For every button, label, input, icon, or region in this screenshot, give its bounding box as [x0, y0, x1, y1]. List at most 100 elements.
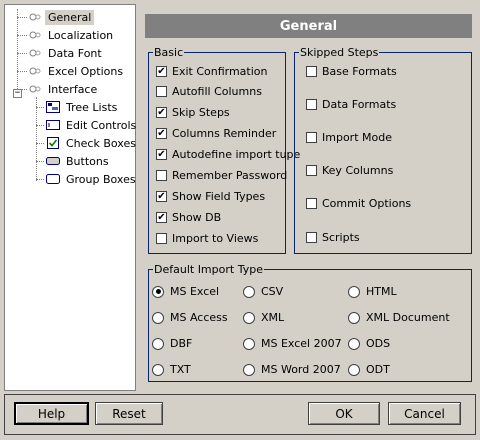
settings-icon [27, 82, 43, 96]
option-exit-confirmation[interactable]: ✔ Exit Confirmation [156, 65, 268, 78]
option-import-to-views[interactable]: Import to Views [156, 232, 258, 245]
radio-odt[interactable]: ODT [348, 363, 390, 376]
option-scripts[interactable]: Scripts [306, 231, 360, 244]
option-autofill-columns[interactable]: Autofill Columns [156, 85, 262, 98]
tree-item-localization[interactable]: Localization [27, 26, 116, 44]
radio-ms-excel-2007[interactable]: MS Excel 2007 [243, 337, 342, 350]
option-show-db[interactable]: ✔ Show DB [156, 211, 221, 224]
settings-icon [27, 64, 43, 78]
checkbox-checked[interactable]: ✔ [156, 191, 167, 202]
option-label: Autodefine import tupe [172, 148, 301, 161]
option-label: Scripts [322, 231, 360, 244]
option-remember-password[interactable]: Remember Password [156, 169, 287, 182]
tree-item-check-boxes[interactable]: Check Boxes [45, 134, 139, 152]
checkbox-unchecked[interactable] [306, 132, 317, 143]
radio-label: MS Excel [170, 285, 220, 298]
radio-unselected[interactable] [348, 337, 360, 350]
radio-html[interactable]: HTML [348, 285, 397, 298]
button-icon [45, 154, 61, 168]
checkbox-unchecked[interactable] [306, 99, 317, 110]
settings-icon [27, 10, 43, 24]
option-show-field-types[interactable]: ✔ Show Field Types [156, 190, 265, 203]
option-columns-reminder[interactable]: ✔ Columns Reminder [156, 127, 276, 140]
option-label: Show Field Types [172, 190, 266, 203]
radio-csv[interactable]: CSV [243, 285, 283, 298]
tree-item-excel-options[interactable]: Excel Options [27, 62, 126, 80]
option-label: Autofill Columns [172, 85, 262, 98]
option-label: Columns Reminder [172, 127, 277, 140]
page-title: General [145, 14, 472, 38]
radio-label: ODS [366, 337, 391, 350]
tree-item-label: General [45, 9, 95, 25]
radio-label: ODT [366, 363, 390, 376]
tree-list-icon [45, 100, 61, 114]
tree-item-group-boxes[interactable]: Group Boxes [45, 170, 139, 188]
radio-unselected[interactable] [243, 311, 255, 324]
option-skip-steps[interactable]: ✔ Skip Steps [156, 106, 230, 119]
tree-item-edit-controls[interactable]: Edit Controls [45, 116, 139, 134]
cancel-button[interactable]: Cancel [388, 402, 461, 425]
help-button[interactable]: Help [14, 402, 89, 425]
checkbox-checked[interactable]: ✔ [156, 212, 167, 223]
tree-item-buttons[interactable]: Buttons [45, 152, 112, 170]
radio-txt[interactable]: TXT [152, 363, 191, 376]
tree-item-interface[interactable]: Interface [27, 80, 100, 98]
radio-unselected[interactable] [243, 337, 255, 350]
reset-button[interactable]: Reset [95, 402, 163, 425]
checkbox-unchecked[interactable] [306, 165, 317, 176]
radio-unselected[interactable] [152, 311, 164, 324]
option-base-formats[interactable]: Base Formats [306, 65, 397, 78]
checkbox-unchecked[interactable] [156, 170, 167, 181]
radio-dbf[interactable]: DBF [152, 337, 192, 350]
radio-ms-excel[interactable]: MS Excel [152, 285, 219, 298]
radio-xml[interactable]: XML [243, 311, 284, 324]
settings-icon [27, 46, 43, 60]
radio-unselected[interactable] [348, 311, 360, 324]
radio-unselected[interactable] [152, 363, 164, 376]
checkbox-checked[interactable]: ✔ [156, 149, 167, 160]
radio-unselected[interactable] [348, 363, 360, 376]
checkbox-checked[interactable]: ✔ [156, 66, 167, 77]
radio-ods[interactable]: ODS [348, 337, 390, 350]
radio-xml-document[interactable]: XML Document [348, 311, 450, 324]
tree-item-general[interactable]: General [27, 8, 95, 26]
radio-unselected[interactable] [152, 337, 164, 350]
tree-item-label: Edit Controls [66, 118, 137, 132]
option-key-columns[interactable]: Key Columns [306, 164, 393, 177]
option-import-mode[interactable]: Import Mode [306, 131, 392, 144]
radio-selected[interactable] [152, 285, 164, 298]
checkbox-unchecked[interactable] [306, 232, 317, 243]
checkbox-unchecked[interactable] [306, 198, 317, 209]
radio-ms-access[interactable]: MS Access [152, 311, 228, 324]
radio-unselected[interactable] [348, 285, 360, 298]
radio-label: MS Excel 2007 [261, 337, 342, 350]
settings-icon [27, 28, 43, 42]
options-tree[interactable]: − General Localization Data Font Excel O… [4, 4, 136, 391]
edit-control-icon [45, 118, 61, 132]
radio-ms-word-2007[interactable]: MS Word 2007 [243, 363, 341, 376]
checkbox-unchecked[interactable] [156, 86, 167, 97]
checkbox-icon [45, 136, 61, 150]
tree-item-label: Localization [48, 28, 114, 42]
tree-item-data-font[interactable]: Data Font [27, 44, 105, 62]
checkbox-checked[interactable]: ✔ [156, 128, 167, 139]
radio-unselected[interactable] [243, 363, 255, 376]
radio-unselected[interactable] [243, 285, 255, 298]
option-label: Show DB [172, 211, 222, 224]
option-data-formats[interactable]: Data Formats [306, 98, 396, 111]
checkbox-unchecked[interactable] [156, 233, 167, 244]
radio-label: HTML [366, 285, 397, 298]
tree-item-tree-lists[interactable]: Tree Lists [45, 98, 120, 116]
checkbox-checked[interactable]: ✔ [156, 107, 167, 118]
option-autodefine-import-type[interactable]: ✔ Autodefine import tupe [156, 148, 300, 161]
option-label: Import to Views [172, 232, 259, 245]
collapse-toggle-icon[interactable]: − [13, 89, 22, 98]
option-label: Data Formats [322, 98, 397, 111]
option-label: Commit Options [322, 197, 412, 210]
ok-button[interactable]: OK [308, 402, 380, 425]
option-label: Base Formats [322, 65, 397, 78]
option-commit-options[interactable]: Commit Options [306, 197, 411, 210]
radio-label: TXT [170, 363, 191, 376]
checkbox-unchecked[interactable] [306, 66, 317, 77]
group-box-icon [45, 172, 61, 186]
